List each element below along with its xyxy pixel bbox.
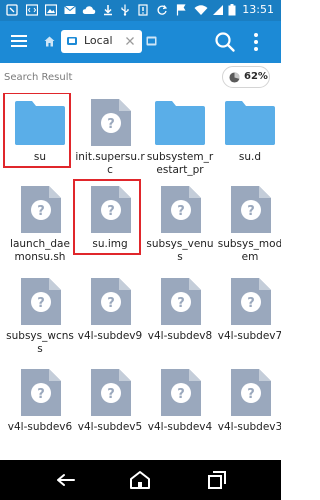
svg-text:?: ? — [177, 204, 185, 219]
folder-icon — [155, 101, 205, 145]
file-name: launch_daemonsu.sh — [10, 238, 70, 263]
svg-text:?: ? — [247, 296, 255, 311]
restart-icon — [157, 5, 168, 15]
svg-text:?: ? — [247, 387, 255, 402]
notification-icon — [138, 4, 148, 16]
file-name: subsystem_restart_pr — [146, 151, 214, 176]
unknown-file-icon: ? — [91, 99, 131, 146]
cloud-icon — [82, 6, 96, 14]
svg-text:?: ? — [107, 296, 115, 311]
code-icon — [26, 4, 38, 16]
file-item[interactable]: ? subsys_venus — [145, 180, 215, 268]
file-item[interactable]: ? subsys_modem — [215, 180, 281, 268]
search-icon[interactable] — [214, 31, 236, 53]
unknown-file-icon: ? — [21, 186, 61, 233]
unknown-file-icon: ? — [161, 369, 201, 416]
tab-label: Local — [84, 34, 113, 47]
file-name: v4l-subdev8 — [147, 330, 213, 342]
usb-icon — [121, 4, 129, 16]
file-item[interactable]: ? su.img — [73, 179, 145, 268]
file-item[interactable]: ? v4l-subdev9 — [75, 272, 145, 360]
svg-text:?: ? — [177, 387, 185, 402]
file-name: v4l-subdev7 — [217, 330, 281, 342]
battery-icon — [228, 4, 236, 16]
svg-text:?: ? — [107, 387, 115, 402]
image-icon — [45, 4, 57, 16]
tab-local[interactable]: Local — [61, 30, 142, 53]
folder-item[interactable]: su — [3, 93, 75, 181]
unknown-file-icon: ? — [161, 186, 201, 233]
status-bar: 13:51 — [0, 0, 281, 21]
unknown-file-icon: ? — [91, 369, 131, 416]
file-name: v4l-subdev6 — [7, 421, 73, 433]
search-result-label: Search Result — [4, 72, 73, 83]
folder-icon — [225, 101, 275, 145]
unknown-file-icon: ? — [231, 186, 271, 233]
storage-percent: 62% — [244, 71, 268, 82]
file-item[interactable]: ? v4l-subdev4 — [145, 363, 215, 451]
back-icon[interactable] — [54, 468, 78, 492]
flag-icon — [176, 4, 186, 16]
file-name: v4l-subdev4 — [147, 421, 213, 433]
pie-chart-icon — [229, 72, 240, 83]
storage-usage-chip[interactable]: 62% — [222, 66, 270, 88]
file-item[interactable]: ? launch_daemonsu.sh — [5, 180, 75, 268]
file-name: v4l-subdev5 — [77, 421, 143, 433]
app-bar: Local — [0, 21, 281, 63]
svg-text:?: ? — [37, 204, 45, 219]
file-item[interactable]: ? v4l-subdev7 — [215, 272, 281, 360]
home-icon[interactable] — [44, 36, 55, 47]
nfc-icon — [6, 4, 18, 16]
file-item[interactable]: ? v4l-subdev8 — [145, 272, 215, 360]
recents-icon[interactable] — [205, 468, 229, 492]
home-nav-icon[interactable] — [128, 468, 152, 492]
file-item[interactable]: ? init.supersu.rc — [75, 93, 145, 181]
window-tab-icon[interactable] — [146, 36, 157, 46]
file-item[interactable]: ? v4l-subdev6 — [5, 363, 75, 451]
unknown-file-icon: ? — [21, 278, 61, 325]
unknown-file-icon: ? — [91, 278, 131, 325]
folder-item[interactable]: subsystem_restart_pr — [145, 93, 215, 181]
file-name: subsys_modem — [217, 238, 281, 263]
svg-text:?: ? — [107, 117, 115, 132]
svg-text:?: ? — [247, 204, 255, 219]
signal-icon — [213, 5, 223, 15]
file-name: init.supersu.rc — [75, 151, 145, 176]
phone-icon — [67, 37, 77, 45]
file-item[interactable]: ? v4l-subdev3 — [215, 363, 281, 451]
file-item[interactable]: ? subsys_wcnss — [5, 272, 75, 360]
svg-text:?: ? — [177, 296, 185, 311]
file-grid: su? init.supersu.rc subsystem_restart_pr su… — [0, 93, 281, 460]
folder-item[interactable]: su.d — [215, 93, 281, 181]
svg-text:?: ? — [37, 296, 45, 311]
unknown-file-icon: ? — [161, 278, 201, 325]
more-vert-icon[interactable] — [250, 31, 262, 53]
file-name: subsys_wcnss — [6, 330, 74, 355]
file-name: v4l-subdev3 — [217, 421, 281, 433]
navigation-bar — [0, 460, 281, 500]
unknown-file-icon: ? — [231, 278, 271, 325]
file-name: subsys_venus — [146, 238, 214, 263]
hamburger-menu-icon[interactable] — [10, 32, 28, 50]
highlight-box — [3, 93, 71, 168]
file-name: su.d — [238, 151, 262, 163]
wifi-icon — [194, 5, 208, 15]
download-icon — [104, 5, 112, 16]
svg-text:?: ? — [37, 387, 45, 402]
mail-icon — [64, 5, 76, 14]
close-icon[interactable] — [124, 35, 136, 47]
clock: 13:51 — [242, 3, 274, 16]
unknown-file-icon: ? — [21, 369, 61, 416]
file-name: v4l-subdev9 — [77, 330, 143, 342]
unknown-file-icon: ? — [231, 369, 271, 416]
highlight-box — [73, 179, 141, 255]
file-item[interactable]: ? v4l-subdev5 — [75, 363, 145, 451]
